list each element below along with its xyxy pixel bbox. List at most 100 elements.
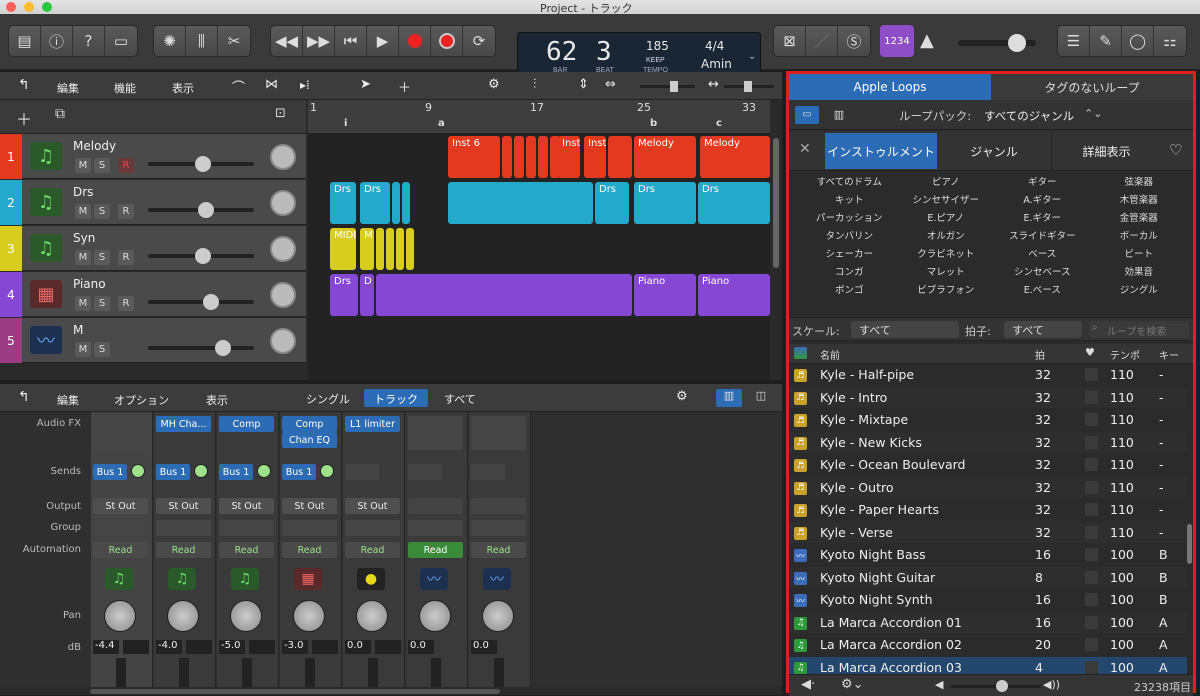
track-name[interactable]: Drs (73, 185, 93, 199)
audio-fx-slot[interactable]: Chan EQ (282, 432, 337, 448)
category-button[interactable]: 弦楽器 (1091, 174, 1188, 192)
filter-tab-descriptors[interactable]: 詳細表示 (1051, 133, 1161, 169)
tuner-icon[interactable]: ⊠ (774, 26, 806, 56)
record-enable-button[interactable]: R (118, 204, 134, 219)
output-slot-empty[interactable] (471, 498, 526, 514)
back-arrow-icon[interactable]: ↰ (18, 77, 30, 93)
record-enable-button[interactable]: R (118, 250, 134, 265)
category-button[interactable]: ビート (1091, 246, 1188, 264)
fader-track[interactable] (431, 658, 441, 690)
audio-fx-slot-empty[interactable] (408, 416, 463, 450)
filter-tab-instrument[interactable]: インストゥルメント (825, 133, 937, 169)
column-key[interactable]: キー (1159, 347, 1179, 362)
preview-volume-slider[interactable] (951, 680, 1041, 692)
loop-row[interactable]: ♬ Kyle - Ocean Boulevard 32 110 - (789, 454, 1193, 477)
tab-apple-loops[interactable]: Apple Loops (789, 74, 991, 100)
solo-button[interactable]: S (94, 296, 110, 311)
favorite-checkbox[interactable] (1085, 660, 1098, 674)
minimize-window-icon[interactable] (24, 2, 34, 12)
send-level-knob[interactable] (257, 464, 271, 478)
category-button[interactable]: E.ピアノ (898, 210, 995, 228)
loop-row[interactable]: 〰 Kyoto Night Synth 16 100 B (789, 589, 1193, 612)
mixer-menu-view[interactable]: 表示 (206, 392, 228, 408)
timeline-ruler[interactable]: 1 9 17 25 33 i a b c (308, 100, 770, 134)
mixer-scrollbar[interactable] (0, 687, 782, 695)
mute-button[interactable]: M (75, 204, 91, 219)
region-syn-segment[interactable] (376, 228, 384, 270)
favorite-checkbox[interactable] (1085, 503, 1098, 516)
pan-knob[interactable] (167, 600, 199, 632)
category-button[interactable]: オルガン (898, 228, 995, 246)
solo-button[interactable]: S (94, 158, 110, 173)
favorite-checkbox[interactable] (1085, 435, 1098, 449)
mute-button[interactable]: M (75, 296, 91, 311)
loop-row[interactable]: ♬ Kyle - Outro 32 110 - (789, 476, 1193, 499)
region-piano[interactable]: D (360, 274, 374, 316)
region-syn[interactable]: M (360, 228, 374, 270)
region-drums[interactable]: Drs (360, 182, 390, 224)
info-icon[interactable]: ⓘ (41, 26, 73, 56)
category-button[interactable]: E.ギター (994, 210, 1091, 228)
notepad-icon[interactable]: ✎ (1090, 26, 1122, 56)
button-view-icon[interactable]: ▭ (795, 106, 819, 124)
track-name[interactable]: M (73, 323, 83, 337)
region-syn-segment[interactable] (396, 228, 404, 270)
loop-row[interactable]: ♬ Kyle - New Kicks 32 110 - (789, 431, 1193, 454)
region-piano[interactable]: Drs (330, 274, 358, 316)
region-melody[interactable]: Inst 6 (448, 136, 500, 178)
region-syn-segment[interactable] (406, 228, 414, 270)
vertical-zoom-slider[interactable] (640, 81, 695, 92)
automation-mode-button[interactable]: Read (93, 542, 148, 558)
region-melody-segment[interactable] (538, 136, 548, 178)
smart-controls-icon[interactable]: ✺ (154, 26, 186, 56)
send-level-knob[interactable] (320, 464, 334, 478)
send-slot[interactable]: Bus 1 (156, 464, 190, 480)
record-icon[interactable] (399, 26, 431, 56)
column-name[interactable]: 名前 (820, 347, 840, 362)
category-button[interactable]: ギター (994, 174, 1091, 192)
menu-edit[interactable]: 編集 (57, 80, 79, 96)
inspector-icon[interactable]: ▭ (105, 26, 137, 56)
column-favorite-heart-icon[interactable]: ♥ (1085, 346, 1095, 359)
pan-knob[interactable] (270, 236, 296, 262)
favorite-checkbox[interactable] (1085, 413, 1098, 426)
category-button[interactable]: シンセサイザー (898, 192, 995, 210)
waveform-zoom-icon[interactable]: ⫶ (533, 77, 536, 92)
category-button[interactable]: 金管楽器 (1091, 210, 1188, 228)
send-slot[interactable]: Bus 1 (93, 464, 127, 480)
region-melody[interactable]: Melody (700, 136, 770, 178)
close-window-icon[interactable] (6, 2, 16, 12)
region-melody-segment[interactable] (502, 136, 512, 178)
track-name[interactable]: Piano (73, 277, 106, 291)
track-header[interactable]: 2 ♫ Drs M S R (0, 180, 306, 225)
send-level-knob[interactable] (194, 464, 208, 478)
category-button[interactable]: すべてのドラム (801, 174, 898, 192)
category-button[interactable]: ピアノ (898, 174, 995, 192)
record-enable-button[interactable]: R (118, 158, 134, 173)
region-melody[interactable]: Melody (634, 136, 696, 178)
loop-row[interactable]: 〰 Kyoto Night Guitar 8 100 B (789, 566, 1193, 589)
favorite-checkbox[interactable] (1085, 638, 1098, 651)
loop-pack-chevron-icon[interactable]: ⌃⌄ (1084, 107, 1102, 120)
loop-row[interactable]: ♬ Kyle - Paper Hearts 32 110 - (789, 499, 1193, 522)
horizontal-zoom-icon[interactable]: ↔ (708, 77, 719, 92)
category-button[interactable]: 木管楽器 (1091, 192, 1188, 210)
loop-row[interactable]: ♬ Kyle - Intro 32 110 - (789, 386, 1193, 409)
volume-knob[interactable] (198, 202, 214, 218)
pan-knob[interactable] (419, 600, 451, 632)
fader-track[interactable] (116, 658, 126, 690)
region-melody-segment[interactable] (514, 136, 524, 178)
favorite-checkbox[interactable] (1085, 548, 1098, 561)
mixer-back-arrow-icon[interactable]: ↰ (18, 389, 30, 405)
automation-mode-button[interactable]: Read (408, 542, 463, 558)
mute-button[interactable]: M (75, 342, 91, 357)
fader-track[interactable] (368, 658, 378, 690)
volume-knob[interactable] (215, 340, 231, 356)
region-piano[interactable]: Piano (634, 274, 696, 316)
send-slot-empty[interactable] (471, 464, 505, 480)
automation-mode-button[interactable]: Read (471, 542, 526, 558)
output-slot-empty[interactable] (408, 498, 463, 514)
add-track-icon[interactable]: ＋ (16, 106, 32, 130)
group-slot[interactable] (345, 520, 400, 536)
output-slot[interactable]: St Out (156, 498, 211, 514)
